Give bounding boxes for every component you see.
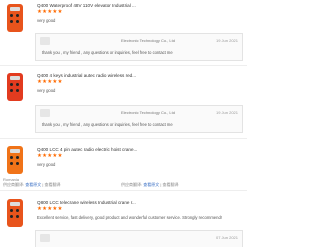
avatar [40,37,50,45]
product-thumbnail[interactable] [3,145,27,175]
view-original-link[interactable]: 查看原文 [143,182,159,187]
reply-date: 07 Jun 2021 [215,235,238,240]
review-comment: very good [37,18,56,23]
translation-controls: 供应商翻译: 查看原文 | 查看翻译 供应商翻译: 查看原文 | 查看翻译 [3,182,247,188]
review-comment: very good [37,88,56,93]
supplier-reply: Electronic Technology Co., Ltd 19 Jun 20… [35,33,243,61]
supplier-reply: Electronic Technology Co., Ltd 19 Jun 20… [35,105,243,133]
view-translation-link[interactable]: | 查看翻译 [42,182,60,187]
review-comment: very good [37,162,56,167]
translate-label: 供应商翻译: [121,182,143,187]
avatar [40,109,50,117]
divider [0,65,247,66]
supplier-reply: 07 Jun 2021 [35,230,243,247]
product-thumbnail[interactable] [3,198,27,228]
rating-stars: ★★★★★ [37,153,63,159]
translate-label: 供应商翻译: [3,182,25,187]
reply-text: thank you , my friend , any questions or… [42,122,173,127]
translation-bar: Romania 供应商翻译: 查看原文 | 查看翻译 供应商翻译: 查看原文 |… [2,177,247,188]
rating-stars: ★★★★★ [37,206,63,212]
product-title-link[interactable]: Q400 Waterproof 48V 110V elevator Indust… [37,3,242,8]
translation-controls-right: 供应商翻译: 查看原文 | 查看翻译 [121,182,179,188]
rating-stars: ★★★★★ [37,79,63,85]
supplier-name: Electronic Technology Co., Ltd [121,110,175,115]
reply-date: 19 Jun 2021 [215,38,238,43]
product-title-link[interactable]: Q400 LCC 4 pin autec radio electric hois… [37,147,242,152]
product-thumbnail[interactable] [3,3,27,33]
rating-stars: ★★★★★ [37,9,63,15]
product-title-link[interactable]: Q400 4 keys industrial autec radio wirel… [37,73,242,78]
reply-text: thank you , my friend , any questions or… [42,50,173,55]
divider [0,190,247,191]
reply-date: 19 Jun 2021 [215,110,238,115]
view-original-link[interactable]: 查看原文 [25,182,41,187]
product-title-link[interactable]: Q800 LCC telecrane wireless Industrial c… [37,200,242,205]
review-comment: Excellent service, fast delivery, good p… [37,215,222,220]
divider [0,138,247,139]
supplier-name: Electronic Technology Co., Ltd [121,38,175,43]
avatar [40,234,50,242]
product-thumbnail[interactable] [3,72,27,102]
view-translation-link[interactable]: | 查看翻译 [160,182,178,187]
